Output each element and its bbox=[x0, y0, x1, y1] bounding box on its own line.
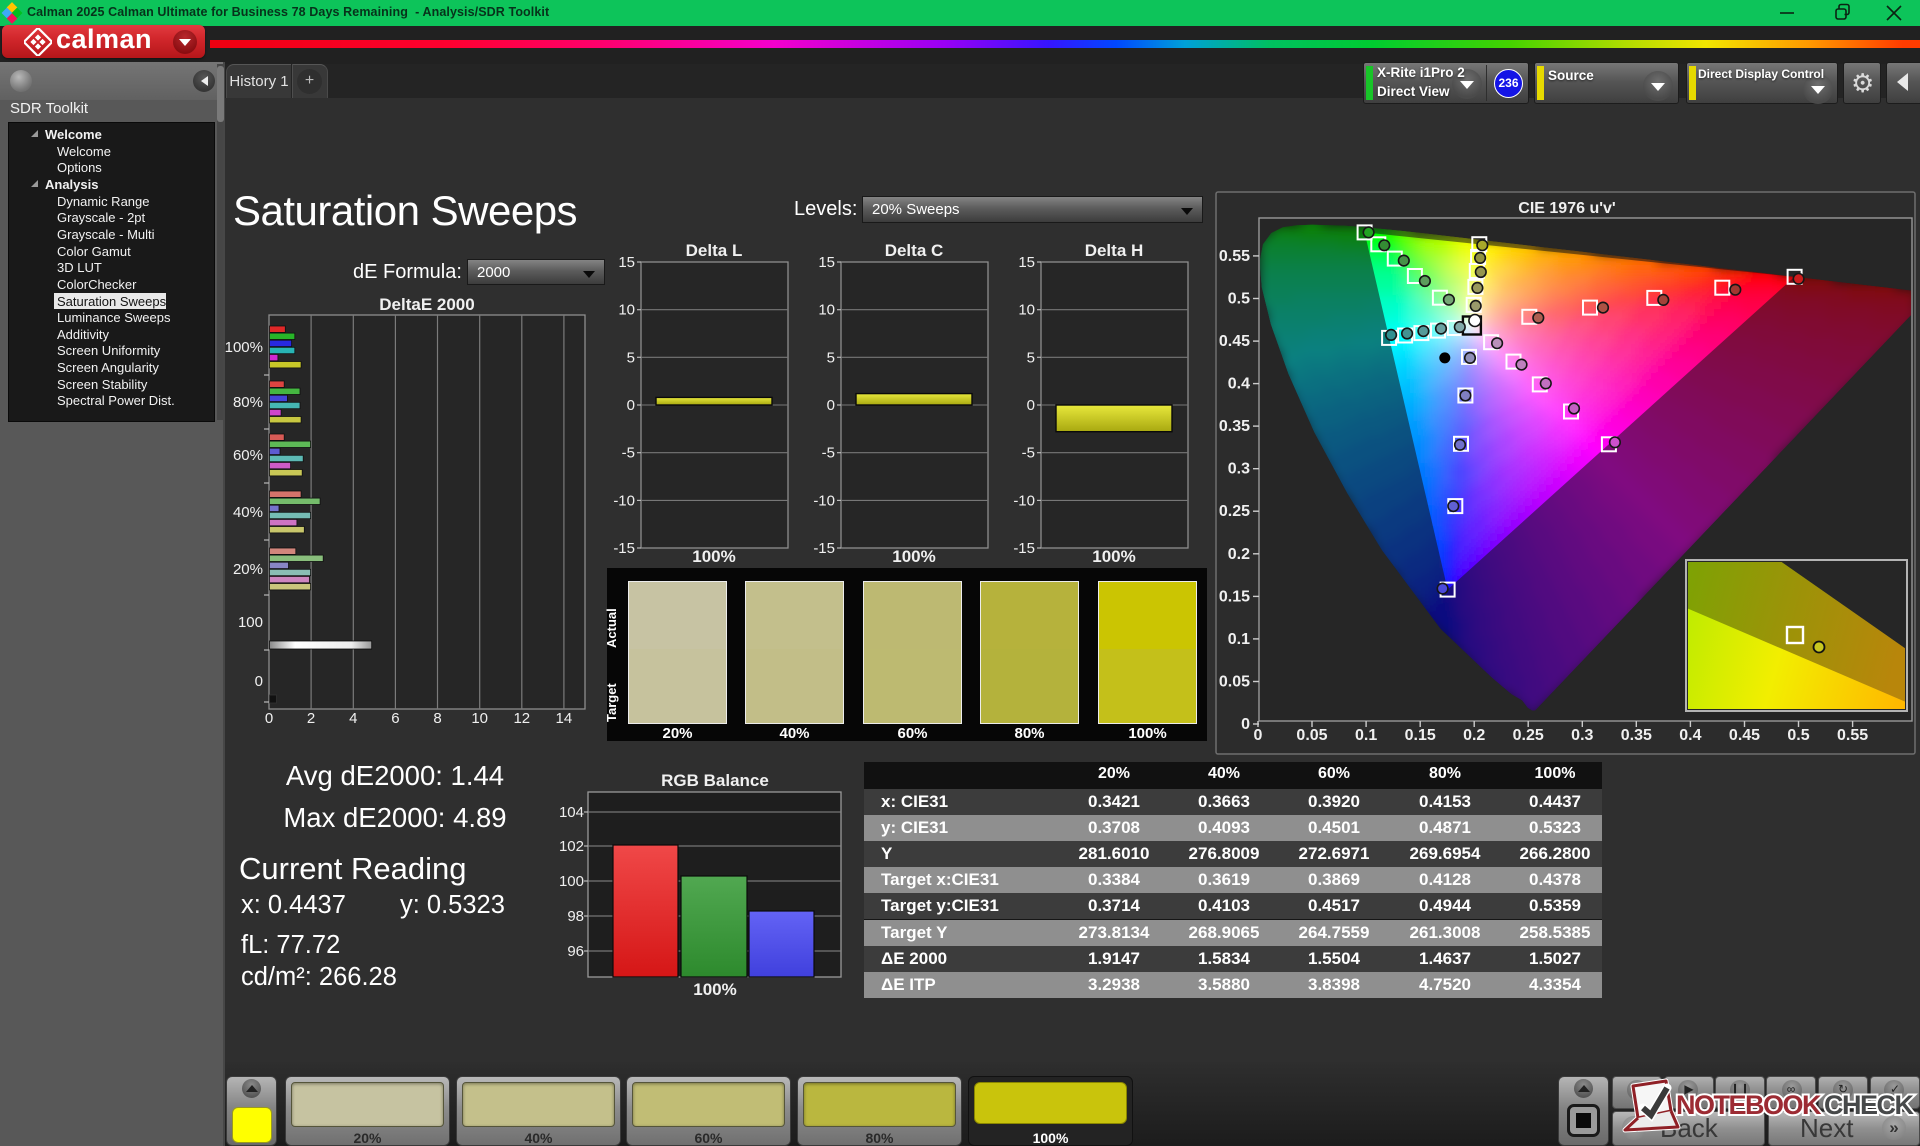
svg-text:0: 0 bbox=[265, 710, 273, 727]
svg-text:0.1: 0.1 bbox=[1355, 727, 1377, 744]
svg-text:5: 5 bbox=[627, 349, 635, 366]
svg-text:CIE 1976 u'v': CIE 1976 u'v' bbox=[1518, 200, 1615, 217]
svg-text:Delta C: Delta C bbox=[885, 241, 944, 260]
svg-text:0.3: 0.3 bbox=[1228, 461, 1250, 478]
svg-text:0.5: 0.5 bbox=[1787, 727, 1809, 744]
svg-text:100%: 100% bbox=[692, 547, 735, 566]
svg-text:60%: 60% bbox=[233, 447, 263, 464]
svg-text:80%: 80% bbox=[233, 394, 263, 411]
svg-text:100%: 100% bbox=[892, 547, 935, 566]
svg-text:10: 10 bbox=[471, 710, 488, 727]
svg-text:0.2: 0.2 bbox=[1463, 727, 1485, 744]
svg-text:Delta H: Delta H bbox=[1085, 241, 1144, 260]
svg-text:Delta L: Delta L bbox=[686, 241, 743, 260]
svg-text:0.55: 0.55 bbox=[1219, 248, 1250, 265]
svg-text:4: 4 bbox=[349, 710, 357, 727]
svg-text:CHECK: CHECK bbox=[1824, 1090, 1915, 1120]
svg-text:0.25: 0.25 bbox=[1513, 727, 1544, 744]
svg-text:0.35: 0.35 bbox=[1621, 727, 1652, 744]
svg-text:10: 10 bbox=[618, 302, 635, 319]
svg-text:-15: -15 bbox=[813, 540, 835, 557]
svg-text:-10: -10 bbox=[813, 492, 835, 509]
svg-text:40%: 40% bbox=[233, 504, 263, 521]
svg-text:-15: -15 bbox=[1013, 540, 1035, 557]
svg-text:0.2: 0.2 bbox=[1228, 546, 1250, 563]
svg-text:-15: -15 bbox=[613, 540, 635, 557]
svg-text:20%: 20% bbox=[233, 561, 263, 578]
svg-text:5: 5 bbox=[1027, 349, 1035, 366]
svg-text:0.55: 0.55 bbox=[1837, 727, 1868, 744]
svg-text:0.15: 0.15 bbox=[1405, 727, 1436, 744]
svg-text:0.35: 0.35 bbox=[1219, 418, 1250, 435]
svg-text:DeltaE 2000: DeltaE 2000 bbox=[379, 295, 474, 314]
svg-text:0.15: 0.15 bbox=[1219, 588, 1250, 605]
svg-text:0: 0 bbox=[827, 397, 835, 414]
svg-text:0.1: 0.1 bbox=[1228, 631, 1250, 648]
svg-text:96: 96 bbox=[567, 943, 584, 960]
svg-text:2: 2 bbox=[307, 710, 315, 727]
svg-text:-10: -10 bbox=[613, 492, 635, 509]
svg-text:104: 104 bbox=[560, 804, 584, 821]
svg-text:100%: 100% bbox=[693, 980, 736, 999]
svg-text:8: 8 bbox=[433, 710, 441, 727]
svg-text:-5: -5 bbox=[622, 445, 635, 462]
svg-text:102: 102 bbox=[560, 838, 584, 855]
svg-text:12: 12 bbox=[513, 710, 530, 727]
svg-text:100%: 100% bbox=[225, 339, 263, 356]
svg-text:0.05: 0.05 bbox=[1219, 674, 1250, 691]
svg-text:0: 0 bbox=[627, 397, 635, 414]
svg-text:15: 15 bbox=[618, 254, 635, 271]
svg-text:-5: -5 bbox=[1022, 445, 1035, 462]
svg-text:98: 98 bbox=[567, 908, 584, 925]
svg-text:14: 14 bbox=[556, 710, 573, 727]
svg-text:100: 100 bbox=[238, 614, 263, 631]
svg-text:15: 15 bbox=[818, 254, 835, 271]
svg-text:0.4: 0.4 bbox=[1228, 376, 1250, 393]
svg-text:0.45: 0.45 bbox=[1729, 727, 1760, 744]
svg-text:-5: -5 bbox=[822, 445, 835, 462]
svg-text:NOTEBOOK: NOTEBOOK bbox=[1676, 1090, 1822, 1120]
svg-text:6: 6 bbox=[391, 710, 399, 727]
svg-text:0: 0 bbox=[1027, 397, 1035, 414]
svg-text:0.25: 0.25 bbox=[1219, 503, 1250, 520]
svg-text:0.05: 0.05 bbox=[1296, 727, 1327, 744]
svg-text:0.4: 0.4 bbox=[1679, 727, 1701, 744]
svg-text:0: 0 bbox=[1254, 727, 1263, 744]
svg-text:0.45: 0.45 bbox=[1219, 333, 1250, 350]
svg-text:0: 0 bbox=[255, 673, 263, 690]
svg-text:-10: -10 bbox=[1013, 492, 1035, 509]
svg-text:10: 10 bbox=[818, 302, 835, 319]
svg-text:15: 15 bbox=[1018, 254, 1035, 271]
svg-text:0.3: 0.3 bbox=[1571, 727, 1593, 744]
svg-text:0: 0 bbox=[1241, 716, 1250, 733]
svg-text:100: 100 bbox=[560, 873, 584, 890]
svg-text:10: 10 bbox=[1018, 302, 1035, 319]
svg-text:RGB Balance: RGB Balance bbox=[661, 771, 769, 790]
svg-text:100%: 100% bbox=[1092, 547, 1135, 566]
svg-text:5: 5 bbox=[827, 349, 835, 366]
svg-text:0.5: 0.5 bbox=[1228, 291, 1250, 308]
